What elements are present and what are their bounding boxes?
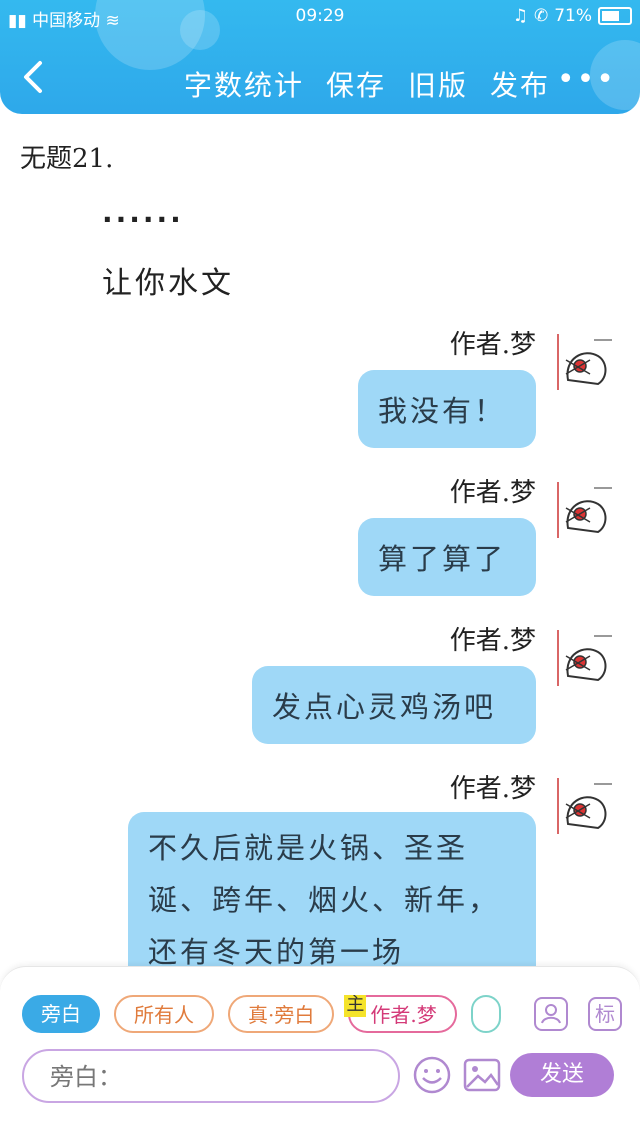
toolbar-actions: 字数统计 保存 旧版 发布 — [184, 64, 550, 104]
role-everyone[interactable]: 所有人 — [114, 995, 214, 1033]
avatar[interactable] — [554, 478, 614, 542]
bell-off-icon: ♫ — [512, 6, 528, 26]
avatar[interactable] — [554, 774, 614, 838]
avatar[interactable] — [554, 626, 614, 690]
hd-call-icon: ✆ — [533, 6, 549, 26]
toolbar: 字数统计 保存 旧版 发布 ••• — [0, 58, 640, 108]
back-button[interactable] — [22, 60, 44, 102]
role-author-meng[interactable]: 主 作者.梦 — [344, 995, 457, 1033]
avatar[interactable] — [554, 330, 614, 394]
app-header: ▮▮ 中国移动 ≋ 09:29 ♫ ✆ 71% 字数统计 保存 旧版 发布 ••… — [0, 0, 640, 114]
message-bubble[interactable]: 不久后就是火锅、圣圣诞、跨年、烟火、新年，还有冬天的第一场 — [128, 812, 536, 966]
role-narrator[interactable]: 旁白 — [22, 995, 100, 1033]
narration-dots: ...... — [102, 196, 184, 229]
status-right: ♫ ✆ 71% — [513, 6, 632, 26]
message-bubble[interactable]: 我没有！ — [358, 370, 536, 448]
doc-title: 无题21. — [20, 144, 114, 174]
send-button[interactable]: 发送 — [510, 1053, 614, 1097]
message-input[interactable] — [48, 1051, 382, 1103]
old-version-button[interactable]: 旧版 — [408, 64, 468, 104]
battery-icon — [598, 7, 632, 25]
publish-button[interactable]: 发布 — [490, 64, 550, 104]
message-author: 作者.梦 — [449, 626, 536, 656]
message-input-wrapper — [22, 1049, 400, 1103]
role-true-narrator[interactable]: 真·旁白 — [228, 995, 335, 1033]
word-count-button[interactable]: 字数统计 — [184, 64, 304, 104]
message-author: 作者.梦 — [449, 478, 536, 508]
message-bubble[interactable]: 发点心灵鸡汤吧 — [252, 666, 536, 744]
chevron-left-icon — [24, 61, 42, 93]
message-bubble[interactable]: 算了算了 — [358, 518, 536, 596]
role-more[interactable] — [470, 995, 501, 1033]
user-card-icon — [541, 1004, 561, 1024]
main-role-tag: 主 — [344, 995, 367, 1017]
save-button[interactable]: 保存 — [326, 64, 386, 104]
composer-panel: 旁白 所有人 真·旁白 主 作者.梦 标 发送 — [0, 966, 640, 1139]
message-author: 作者.梦 — [449, 330, 536, 360]
battery-percent: 71% — [554, 6, 592, 26]
battery-fill — [602, 11, 620, 21]
character-button[interactable] — [534, 997, 568, 1031]
story-content[interactable]: 无题21. ...... 让你水文 作者.梦 我没有！ 作者.梦 算了算了 作者… — [0, 114, 640, 966]
narration-text: 让你水文 — [102, 266, 234, 301]
tag-button[interactable]: 标 — [588, 997, 622, 1031]
message-author: 作者.梦 — [449, 774, 536, 804]
image-icon[interactable] — [462, 1055, 502, 1095]
more-button[interactable]: ••• — [557, 62, 616, 97]
status-bar: ▮▮ 中国移动 ≋ 09:29 ♫ ✆ 71% — [0, 4, 640, 31]
role-selector: 旁白 所有人 真·旁白 主 作者.梦 — [22, 995, 522, 1039]
role-label: 作者.梦 — [370, 1003, 437, 1027]
smile-icon[interactable] — [412, 1055, 452, 1095]
